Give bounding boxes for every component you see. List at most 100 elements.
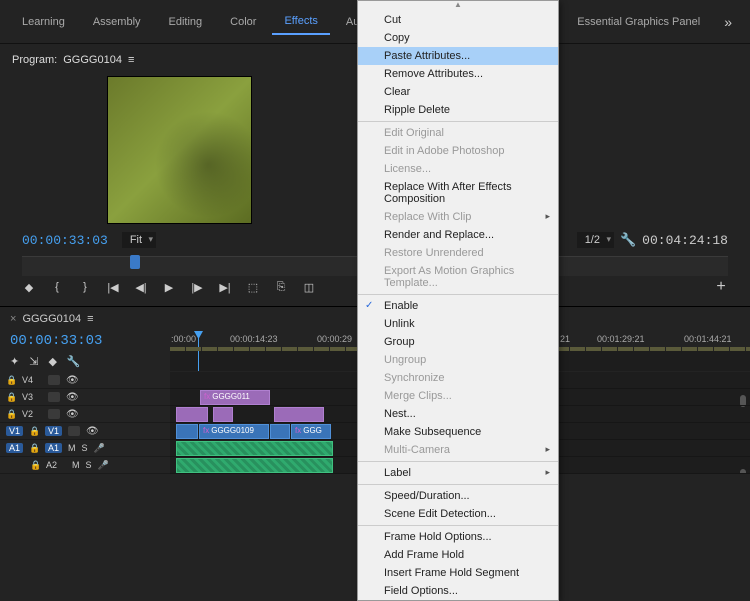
menu-item-insert-frame-hold-segment[interactable]: Insert Frame Hold Segment — [358, 564, 558, 582]
timeline-tools: ✦ ⇲ ◆ 🔧 — [0, 351, 170, 372]
menu-item-field-options[interactable]: Field Options... — [358, 582, 558, 600]
eye-icon[interactable]: 👁 — [86, 426, 99, 437]
lock-icon[interactable]: 🔒 — [29, 426, 39, 437]
sync-lock-icon[interactable] — [48, 375, 60, 385]
lock-icon[interactable]: 🔒 — [30, 460, 40, 471]
track-target[interactable]: A1 — [45, 443, 62, 453]
audio-clip[interactable] — [176, 458, 333, 473]
menu-item-nest[interactable]: Nest... — [358, 405, 558, 423]
solo-icon[interactable]: S — [86, 460, 92, 470]
clip[interactable] — [270, 424, 290, 439]
track-header-v3[interactable]: 🔒V3👁 — [0, 389, 170, 406]
program-preview[interactable] — [107, 76, 252, 224]
tab-learning[interactable]: Learning — [10, 10, 77, 34]
source-patch[interactable]: V1 — [6, 426, 23, 436]
eye-icon[interactable]: 👁 — [66, 409, 79, 420]
context-menu: ▲ CutCopyPaste Attributes...Remove Attri… — [357, 0, 559, 601]
resolution-dropdown[interactable]: 1/2 — [577, 232, 614, 248]
clip[interactable] — [176, 407, 208, 422]
clip[interactable] — [213, 407, 233, 422]
track-header-a1[interactable]: A1 🔒 A1 MS 🎤 — [0, 440, 170, 457]
step-back-icon[interactable]: ◀| — [134, 280, 148, 294]
extract-icon[interactable]: ⎘ — [274, 280, 288, 294]
track-header-v1[interactable]: V1 🔒 V1 👁 — [0, 423, 170, 440]
voice-icon[interactable]: 🎤 — [98, 460, 109, 471]
button-editor-icon[interactable]: + — [714, 280, 728, 294]
menu-item-copy[interactable]: Copy — [358, 29, 558, 47]
workspace-overflow-icon[interactable]: » — [716, 10, 740, 34]
program-timecode-left[interactable]: 00:00:33:03 — [22, 233, 108, 248]
clip[interactable] — [274, 407, 324, 422]
clip[interactable]: fxGGGG011 — [200, 390, 270, 405]
menu-item-frame-hold-options[interactable]: Frame Hold Options... — [358, 528, 558, 546]
audio-clip[interactable] — [176, 441, 333, 456]
add-marker-icon[interactable]: ◆ — [22, 280, 36, 294]
clip[interactable]: fxGGG — [291, 424, 331, 439]
menu-item-ungroup: Ungroup — [358, 351, 558, 369]
tab-assembly[interactable]: Assembly — [81, 10, 153, 34]
tab-editing[interactable]: Editing — [157, 10, 215, 34]
menu-item-edit-in-adobe-photoshop: Edit in Adobe Photoshop — [358, 142, 558, 160]
tab-color[interactable]: Color — [218, 10, 268, 34]
menu-item-clear[interactable]: Clear — [358, 83, 558, 101]
playhead[interactable] — [198, 331, 199, 371]
solo-icon[interactable]: S — [82, 443, 88, 453]
mark-out-icon[interactable]: } — [78, 280, 92, 294]
menu-item-cut[interactable]: Cut — [358, 11, 558, 29]
settings-icon[interactable]: 🔧 — [620, 232, 636, 248]
menu-item-paste-attributes[interactable]: Paste Attributes... — [358, 47, 558, 65]
menu-item-render-and-replace[interactable]: Render and Replace... — [358, 226, 558, 244]
source-patch[interactable]: A1 — [6, 443, 23, 453]
tab-effects[interactable]: Effects — [272, 9, 329, 35]
close-sequence-icon[interactable]: × — [10, 313, 16, 325]
menu-item-speed-duration[interactable]: Speed/Duration... — [358, 487, 558, 505]
menu-item-scene-edit-detection[interactable]: Scene Edit Detection... — [358, 505, 558, 523]
lock-icon[interactable]: 🔒 — [6, 392, 16, 403]
eye-icon[interactable]: 👁 — [66, 392, 79, 403]
track-target[interactable]: V1 — [45, 426, 62, 436]
menu-item-remove-attributes[interactable]: Remove Attributes... — [358, 65, 558, 83]
clip[interactable] — [176, 424, 198, 439]
lock-icon[interactable]: 🔒 — [29, 443, 39, 454]
menu-item-unlink[interactable]: Unlink — [358, 315, 558, 333]
track-header-a2[interactable]: 🔒A2MS🎤 — [0, 457, 170, 474]
snap-icon[interactable]: ✦ — [10, 355, 19, 368]
panel-menu-icon[interactable]: ≡ — [128, 54, 134, 66]
menu-scroll-up-icon[interactable]: ▲ — [358, 1, 558, 11]
menu-item-enable[interactable]: ✓Enable — [358, 297, 558, 315]
zoom-fit-dropdown[interactable]: Fit — [122, 232, 156, 248]
lock-icon[interactable]: 🔒 — [6, 375, 16, 386]
sync-lock-icon[interactable] — [48, 392, 60, 402]
sync-lock-icon[interactable] — [48, 409, 60, 419]
menu-item-label[interactable]: Label▸ — [358, 464, 558, 482]
track-header-v4[interactable]: 🔒V4👁 — [0, 372, 170, 389]
menu-item-add-frame-hold[interactable]: Add Frame Hold — [358, 546, 558, 564]
lock-icon[interactable]: 🔒 — [6, 409, 16, 420]
marker-icon[interactable]: ◆ — [48, 355, 56, 368]
voice-icon[interactable]: 🎤 — [94, 443, 105, 454]
eye-icon[interactable]: 👁 — [66, 375, 79, 386]
sequence-tab-name[interactable]: GGGG0104 — [22, 313, 81, 325]
menu-item-group[interactable]: Group — [358, 333, 558, 351]
lift-icon[interactable]: ⬚ — [246, 280, 260, 294]
menu-item-ripple-delete[interactable]: Ripple Delete — [358, 101, 558, 119]
sequence-timecode[interactable]: 00:00:33:03 — [0, 331, 170, 351]
menu-item-replace-with-after-effects-composition[interactable]: Replace With After Effects Composition — [358, 178, 558, 208]
clip[interactable]: fxGGGG0109 — [199, 424, 269, 439]
go-next-icon[interactable]: ▶| — [218, 280, 232, 294]
sync-lock-icon[interactable] — [68, 426, 80, 436]
track-header-v2[interactable]: 🔒V2👁 — [0, 406, 170, 423]
export-frame-icon[interactable]: ◫ — [302, 280, 316, 294]
play-icon[interactable]: ▶ — [162, 280, 176, 294]
panel-menu-icon[interactable]: ≡ — [87, 313, 93, 325]
menu-item-make-subsequence[interactable]: Make Subsequence — [358, 423, 558, 441]
go-prev-icon[interactable]: |◀ — [106, 280, 120, 294]
mute-icon[interactable]: M — [72, 460, 80, 470]
mute-icon[interactable]: M — [68, 443, 76, 453]
step-fwd-icon[interactable]: |▶ — [190, 280, 204, 294]
playhead-handle[interactable] — [130, 255, 140, 269]
tab-essential-graphics[interactable]: Essential Graphics Panel — [565, 10, 712, 34]
mark-in-icon[interactable]: { — [50, 280, 64, 294]
settings-icon[interactable]: 🔧 — [67, 355, 81, 368]
linked-selection-icon[interactable]: ⇲ — [29, 355, 38, 368]
